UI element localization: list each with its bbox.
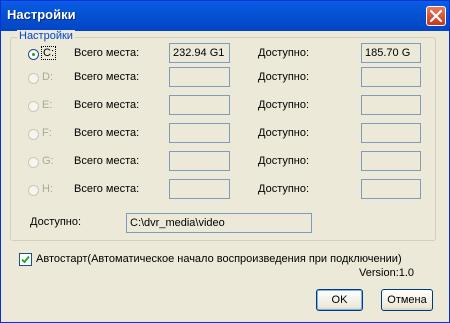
- window-title: Настройки: [7, 7, 76, 22]
- total-space-value-d: [169, 67, 230, 87]
- autostart-label[interactable]: Автостарт(Автоматическое начало воспроиз…: [36, 253, 402, 265]
- total-space-label: Всего места:: [74, 155, 140, 167]
- groupbox-label: Настройки: [17, 30, 75, 42]
- drive-letter-g: G:: [42, 155, 54, 167]
- free-space-value-f: [361, 123, 421, 143]
- radio-drive-f[interactable]: [28, 129, 39, 140]
- total-space-value-h: [169, 179, 230, 199]
- drive-letter-h: H:: [42, 183, 53, 195]
- title-bar[interactable]: Настройки: [1, 1, 449, 31]
- radio-drive-d[interactable]: [28, 73, 39, 84]
- radio-drive-h[interactable]: [28, 185, 39, 196]
- autostart-checkbox[interactable]: [19, 253, 32, 266]
- free-space-label: Доступно:: [258, 155, 310, 167]
- free-space-value-e: [361, 95, 421, 115]
- total-space-value-g: [169, 151, 230, 171]
- drive-letter-e: E:: [42, 99, 53, 111]
- total-space-value-c: 232.94 G1: [169, 43, 230, 63]
- total-space-label: Всего места:: [74, 99, 140, 111]
- total-space-value-e: [169, 95, 230, 115]
- drive-letter-c[interactable]: C:: [41, 46, 56, 60]
- radio-selected-dot: [32, 53, 35, 56]
- close-button[interactable]: [426, 6, 446, 26]
- radio-drive-e[interactable]: [28, 101, 39, 112]
- checkmark-icon: [21, 255, 30, 264]
- path-field[interactable]: C:\dvr_media\video: [126, 213, 312, 233]
- total-space-value-f: [169, 123, 230, 143]
- cancel-button[interactable]: Отмена: [381, 289, 433, 311]
- version-label: Version:1.0: [359, 267, 415, 279]
- radio-drive-c[interactable]: [28, 49, 39, 60]
- free-space-value-h: [361, 179, 421, 199]
- free-space-label: Доступно:: [258, 99, 310, 111]
- free-space-value-d: [361, 67, 421, 87]
- free-space-label: Доступно:: [258, 183, 310, 195]
- total-space-label: Всего места:: [74, 71, 140, 83]
- free-space-label: Доступно:: [258, 127, 310, 139]
- drive-letter-d: D:: [42, 71, 53, 83]
- free-space-label: Доступно:: [258, 71, 310, 83]
- ok-button[interactable]: OK: [316, 289, 363, 311]
- total-space-label: Всего места:: [74, 183, 140, 195]
- free-space-value-g: [361, 151, 421, 171]
- path-label: Доступно:: [30, 216, 82, 228]
- close-icon: [430, 10, 442, 22]
- total-space-label: Всего места:: [74, 47, 140, 59]
- free-space-value-c: 185.70 G: [361, 43, 421, 63]
- free-space-label: Доступно:: [258, 47, 310, 59]
- drive-letter-f: F:: [42, 127, 52, 139]
- total-space-label: Всего места:: [74, 127, 140, 139]
- radio-drive-g[interactable]: [28, 157, 39, 168]
